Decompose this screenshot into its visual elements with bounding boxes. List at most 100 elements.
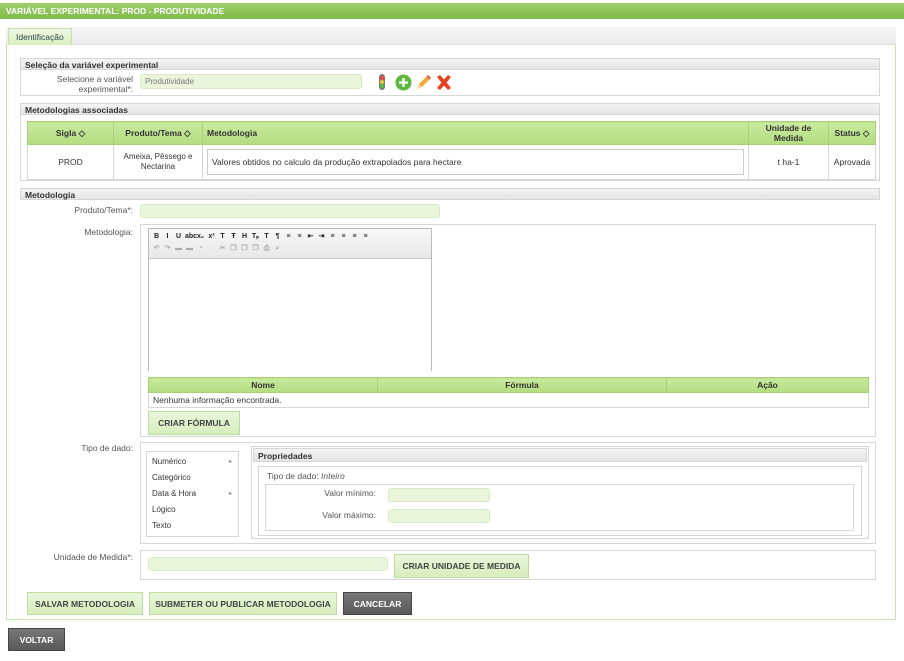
toolbar-format-0-icon[interactable]: B <box>152 232 161 241</box>
propriedades-header: Propriedades <box>253 448 867 462</box>
chevron-right-icon: ▸ <box>228 459 232 465</box>
cancelar-button[interactable]: CANCELAR <box>343 592 412 615</box>
toolbar-edit-0-icon[interactable]: ↶ <box>152 244 161 253</box>
tab-identificacao[interactable]: Identificação <box>8 28 72 45</box>
section-title: Metodologia <box>25 190 76 200</box>
rich-text-editor[interactable]: B I Uabcx₂ x² T Ŧ H Tₚ T ¶ ≡ ≡ ⇤ ⇥ ≡ ≡ ≡ ≡ ↶ ↷ ▬ ▬ ◔ ◌ ✂ ❐ ❐ ❐ ⎙ ⌕ <box>148 228 432 371</box>
toolbar-edit-8-icon[interactable]: ❐ <box>240 244 249 253</box>
toolbar-format-8-icon[interactable]: H <box>240 232 249 241</box>
table-row: Nenhuma informação encontrada. <box>148 392 869 408</box>
toolbar-format-16-icon[interactable]: ≡ <box>328 232 337 241</box>
toolbar-edit-2-icon[interactable]: ▬ <box>174 244 183 253</box>
metodologia-label: Metodologia: <box>84 227 133 237</box>
toolbar-edit-1-icon[interactable]: ↷ <box>163 244 172 253</box>
toolbar-format-14-icon[interactable]: ⇤ <box>306 232 315 241</box>
metodologias-table: Sigla ◇ Produto/Tema ◇ Metodologia Unida… <box>27 121 876 180</box>
editor-content-area[interactable] <box>149 259 431 371</box>
section-header-metodologias-associadas: Metodologias associadas <box>20 103 880 115</box>
valor-minimo-input[interactable] <box>388 488 490 502</box>
criar-formula-button[interactable]: CRIAR FÓRMULA <box>148 411 240 435</box>
editor-toolbar: B I Uabcx₂ x² T Ŧ H Tₚ T ¶ ≡ ≡ ⇤ ⇥ ≡ ≡ ≡ ≡ ↶ ↷ ▬ ▬ ◔ ◌ ✂ ❐ ❐ ❐ ⎙ ⌕ <box>149 229 431 259</box>
tipo-dado-value: Inteiro <box>321 471 345 481</box>
toolbar-edit-4-icon[interactable]: ◔ <box>196 244 205 253</box>
cell-status: Aprovada <box>828 144 876 180</box>
toolbar-edit-10-icon[interactable]: ⎙ <box>262 244 271 253</box>
toolbar-format-10-icon[interactable]: T <box>262 232 271 241</box>
variavel-select-value: Produtividade <box>145 77 194 86</box>
col-metodologia: Metodologia <box>202 121 749 145</box>
col-status[interactable]: Status ◇ <box>828 121 876 145</box>
tipo-dado-list: Numérico ▸ Categórico Data & Hora ▸ Lógico… <box>146 451 239 537</box>
produto-tema-label: Produto/Tema*: <box>74 205 133 215</box>
unidade-medida-input[interactable] <box>148 557 388 571</box>
tab-label: Identificação <box>16 32 64 42</box>
col-unidade-medida: Unidade de Medida <box>748 121 829 145</box>
col-nome: Nome <box>148 377 378 393</box>
salvar-metodologia-button[interactable]: SALVAR METODOLOGIA <box>27 592 143 615</box>
window-title: VARIÁVEL EXPERIMENTAL: PROD - PRODUTIVID… <box>6 6 225 16</box>
toolbar-format-9-icon[interactable]: Tₚ <box>251 232 260 241</box>
toolbar-format-13-icon[interactable]: ≡ <box>295 232 304 241</box>
toolbar-format-2-icon[interactable]: U <box>174 232 183 241</box>
col-acao: Ação <box>666 377 869 393</box>
cell-unidade: t ha-1 <box>748 144 829 180</box>
valor-minimo-label: Valor mínimo: <box>324 488 376 498</box>
produto-tema-input[interactable] <box>140 204 440 218</box>
table-row[interactable]: PROD Ameixa, Pêssego e Nectarina Valores… <box>27 144 876 180</box>
toolbar-edit-9-icon[interactable]: ❐ <box>251 244 260 253</box>
unidade-medida-label: Unidade de Medida*: <box>53 552 133 562</box>
formula-header-row: Nome Fórmula Ação <box>148 377 869 393</box>
toolbar-format-18-icon[interactable]: ≡ <box>350 232 359 241</box>
toolbar-edit-5-icon[interactable]: ◌ <box>207 244 216 253</box>
valor-maximo-label: Valor máximo: <box>322 510 376 520</box>
toolbar-format-4-icon[interactable]: x₂ <box>196 232 205 241</box>
valor-maximo-input[interactable] <box>388 509 490 523</box>
section-header-metodologia: Metodologia <box>20 188 880 200</box>
cell-sigla: PROD <box>27 144 114 180</box>
propriedades-title: Propriedades <box>258 451 313 461</box>
toolbar-format-11-icon[interactable]: ¶ <box>273 232 282 241</box>
table-header-row: Sigla ◇ Produto/Tema ◇ Metodologia Unida… <box>27 121 876 145</box>
toolbar-edit-6-icon[interactable]: ✂ <box>218 244 227 253</box>
section-title: Metodologias associadas <box>25 105 128 115</box>
formula-empty-message: Nenhuma informação encontrada. <box>148 392 869 408</box>
edit-pencil-icon[interactable] <box>415 74 433 91</box>
toolbar-format-7-icon[interactable]: Ŧ <box>229 232 238 241</box>
toolbar-format-12-icon[interactable]: ≡ <box>284 232 293 241</box>
toolbar-edit-7-icon[interactable]: ❐ <box>229 244 238 253</box>
window-title-bar: VARIÁVEL EXPERIMENTAL: PROD - PRODUTIVID… <box>0 3 904 19</box>
tipo-dado-info: Tipo de dado: Inteiro <box>267 471 345 481</box>
toolbar-format-19-icon[interactable]: ≡ <box>361 232 370 241</box>
editor-toolbar-row2: ↶ ↷ ▬ ▬ ◔ ◌ ✂ ❐ ❐ ❐ ⎙ ⌕ <box>152 244 428 254</box>
list-item-logico[interactable]: Lógico <box>147 502 238 518</box>
delete-icon[interactable] <box>435 74 453 91</box>
list-item-data-hora[interactable]: Data & Hora ▸ <box>147 486 238 502</box>
editor-toolbar-row1: B I Uabcx₂ x² T Ŧ H Tₚ T ¶ ≡ ≡ ⇤ ⇥ ≡ ≡ ≡ ≡ <box>152 232 428 242</box>
traffic-light-icon[interactable] <box>378 74 386 90</box>
criar-unidade-button[interactable]: CRIAR UNIDADE DE MEDIDA <box>394 554 529 578</box>
variavel-select[interactable]: Produtividade <box>140 74 362 89</box>
list-item-numerico[interactable]: Numérico ▸ <box>147 454 238 470</box>
toolbar-edit-3-icon[interactable]: ▬ <box>185 244 194 253</box>
cell-produto: Ameixa, Pêssego e Nectarina <box>113 144 203 180</box>
toolbar-format-15-icon[interactable]: ⇥ <box>317 232 326 241</box>
toolbar-format-3-icon[interactable]: abc <box>185 232 197 241</box>
col-produto-tema[interactable]: Produto/Tema ◇ <box>113 121 203 145</box>
cell-metodologia: Valores obtidos no calculo da produção e… <box>202 144 749 180</box>
add-icon[interactable] <box>395 74 412 91</box>
list-item-texto[interactable]: Texto <box>147 518 238 534</box>
col-sigla[interactable]: Sigla ◇ <box>27 121 114 145</box>
toolbar-format-1-icon[interactable]: I <box>163 232 172 241</box>
toolbar-edit-11-icon[interactable]: ⌕ <box>273 244 282 253</box>
toolbar-format-5-icon[interactable]: x² <box>207 232 216 241</box>
metodologia-textbox: Valores obtidos no calculo da produção e… <box>207 149 744 175</box>
col-formula: Fórmula <box>377 377 667 393</box>
submeter-publicar-button[interactable]: SUBMETER OU PUBLICAR METODOLOGIA <box>149 592 337 615</box>
list-item-categorico[interactable]: Categórico <box>147 470 238 486</box>
tab-strip <box>6 27 896 45</box>
formula-table: Nome Fórmula Ação Nenhuma informação enc… <box>148 377 869 408</box>
voltar-button[interactable]: VOLTAR <box>8 628 65 651</box>
section-title: Seleção da variável experimental <box>25 60 159 70</box>
toolbar-format-6-icon[interactable]: T <box>218 232 227 241</box>
toolbar-format-17-icon[interactable]: ≡ <box>339 232 348 241</box>
